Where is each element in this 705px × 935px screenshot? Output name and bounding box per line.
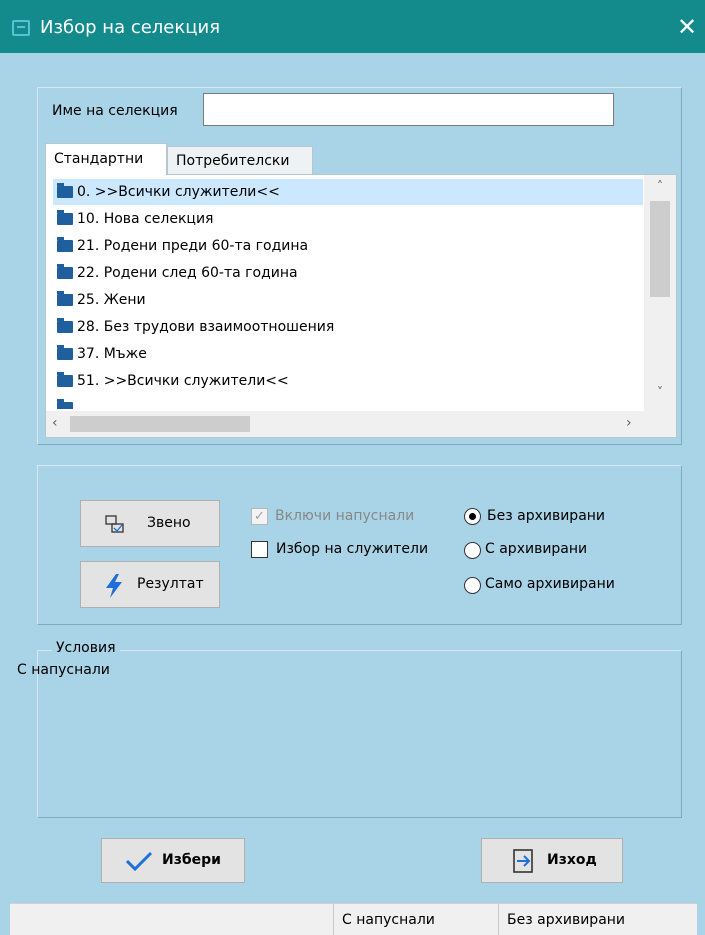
folder-icon — [57, 183, 73, 198]
exit-button-label: Изход — [547, 852, 597, 868]
list-item-label: 21. Родени преди 60-та година — [77, 238, 309, 254]
list-item[interactable]: 10. Нова селекция — [53, 206, 643, 232]
include-resigned-checkbox[interactable]: ✓ — [251, 508, 268, 525]
conditions-text: С напуснали — [17, 662, 110, 678]
include-resigned-label: Включи напуснали — [275, 508, 415, 524]
select-button-label: Избери — [162, 852, 221, 868]
org-unit-icon — [105, 515, 124, 533]
list-item[interactable]: 25. Жени — [53, 287, 643, 313]
list-item[interactable]: 22. Родени след 60-та година — [53, 260, 643, 286]
list-item-label: 10. Нова селекция — [77, 211, 214, 227]
selection-name-label: Име на селекция — [52, 103, 178, 119]
only-archived-radio[interactable] — [464, 577, 481, 594]
folder-icon — [57, 210, 73, 225]
folder-icon — [57, 237, 73, 252]
vertical-scroll-thumb[interactable] — [650, 201, 670, 297]
result-button-label: Резултат — [137, 576, 204, 592]
status-resigned: С напуснали — [333, 904, 498, 935]
scrollbar-corner — [644, 411, 676, 437]
selection-name-input[interactable] — [203, 93, 614, 126]
folder-icon — [57, 372, 73, 387]
lightning-icon — [106, 574, 122, 598]
list-item-label: 0. >>Всички служители<< — [77, 184, 280, 200]
vertical-scrollbar[interactable]: ˄ ˅ — [644, 175, 676, 411]
with-archived-radio[interactable] — [464, 542, 481, 559]
window-title: Избор на селекция — [40, 17, 221, 38]
folder-icon — [57, 345, 73, 360]
conditions-title: Условия — [52, 640, 120, 656]
list-item-label: 28. Без трудови взаимоотношения — [77, 319, 335, 335]
status-bar: С напуснали Без архивирани — [10, 903, 697, 935]
exit-button[interactable]: Изход — [481, 838, 623, 883]
list-item[interactable]: 28. Без трудови взаимоотношения — [53, 314, 643, 340]
only-archived-label: Само архивирани — [485, 576, 615, 592]
list-item[interactable]: 21. Родени преди 60-та година — [53, 233, 643, 259]
list-item-label: 25. Жени — [77, 292, 146, 308]
with-archived-label: С архивирани — [485, 541, 588, 557]
no-archived-label: Без архивирани — [487, 508, 606, 524]
selection-app-icon — [12, 20, 30, 36]
zveno-button-label: Звено — [147, 515, 191, 531]
scroll-up-icon[interactable]: ˄ — [644, 179, 676, 199]
status-archive: Без архивирани — [498, 904, 697, 935]
select-employees-label: Избор на служители — [276, 541, 429, 557]
zveno-button[interactable]: Звено — [80, 500, 220, 547]
scroll-right-icon[interactable]: › — [626, 415, 632, 431]
select-button[interactable]: Избери — [101, 838, 245, 883]
tab-standard[interactable]: Стандартни — [45, 143, 167, 175]
folder-icon — [57, 399, 73, 409]
conditions-group-box — [37, 650, 682, 818]
list-item-partial[interactable] — [53, 395, 643, 409]
list-item-label: 22. Родени след 60-та година — [77, 265, 298, 281]
scroll-left-icon[interactable]: ‹ — [52, 415, 58, 431]
list-item-label: 51. >>Всички служители<< — [77, 373, 289, 389]
folder-icon — [57, 291, 73, 306]
exit-icon — [513, 849, 533, 873]
checkmark-icon — [125, 851, 153, 872]
status-cell-1 — [10, 904, 333, 935]
horizontal-scroll-thumb[interactable] — [70, 416, 250, 432]
list-item[interactable]: 37. Мъже — [53, 341, 643, 367]
title-bar: Избор на селекция ✕ — [0, 0, 705, 53]
horizontal-scrollbar[interactable]: ‹ › — [46, 411, 644, 437]
close-icon[interactable]: ✕ — [670, 10, 704, 44]
scroll-down-icon[interactable]: ˅ — [644, 385, 676, 405]
folder-icon — [57, 318, 73, 333]
no-archived-radio[interactable] — [464, 508, 481, 525]
list-item[interactable]: 0. >>Всички служители<< — [53, 179, 643, 205]
tab-user-defined[interactable]: Потребителски — [167, 146, 313, 176]
result-button[interactable]: Резултат — [80, 561, 220, 608]
selection-list[interactable]: 0. >>Всички служители<< 10. Нова селекци… — [45, 174, 677, 438]
folder-icon — [57, 264, 73, 279]
select-employees-checkbox[interactable] — [251, 541, 268, 558]
list-item[interactable]: 51. >>Всички служители<< — [53, 368, 643, 394]
list-item-label: 37. Мъже — [77, 346, 147, 362]
